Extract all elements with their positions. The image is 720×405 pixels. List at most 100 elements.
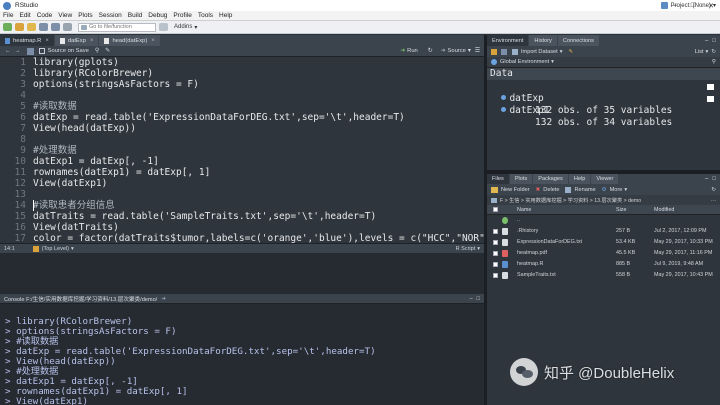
menu-code[interactable]: Code <box>34 12 56 19</box>
file-row[interactable]: .Rhistory 257 B Jul 2, 2017, 12:09 PM <box>487 226 720 237</box>
close-icon[interactable]: × <box>45 38 49 44</box>
chevron-down-icon[interactable]: ▾ <box>624 187 627 193</box>
search-icon[interactable]: ⚲ <box>95 48 99 54</box>
file-name[interactable]: ExpressionDataForDEG.txt <box>517 237 582 248</box>
project-menu[interactable]: Project: (None) ▾ <box>660 2 716 9</box>
file-row[interactable]: SampleTraits.txt 558 B May 29, 2017, 10:… <box>487 270 720 281</box>
list-view-button[interactable]: List <box>695 49 704 55</box>
delete-button[interactable]: Delete <box>543 187 559 193</box>
maximize-pane-icon[interactable]: □ <box>712 38 716 44</box>
tab-plots[interactable]: Plots <box>509 174 533 184</box>
tab-connections[interactable]: Connections <box>557 35 599 46</box>
open-file-icon[interactable] <box>27 23 36 31</box>
tab-viewer[interactable]: Viewer <box>591 174 619 184</box>
chevron-down-icon[interactable]: ▾ <box>71 246 74 252</box>
tab-head-datexp[interactable]: head(datExp) × <box>99 35 160 46</box>
select-all-checkbox[interactable] <box>493 207 498 212</box>
file-row[interactable]: ExpressionDataForDEG.txt 53.4 KB May 29,… <box>487 237 720 248</box>
back-icon[interactable]: ← <box>5 48 11 54</box>
tab-history[interactable]: History <box>529 35 557 46</box>
file-name[interactable]: heatmap.pdf <box>517 248 547 259</box>
load-workspace-icon[interactable] <box>491 48 497 55</box>
save-workspace-icon[interactable] <box>501 48 507 55</box>
addins-button[interactable]: Addins <box>174 24 192 30</box>
goto-file-input[interactable]: Go to file/function <box>78 22 156 32</box>
refresh-icon[interactable]: ↻ <box>711 187 716 193</box>
scope-label[interactable]: (Top Level) <box>42 246 69 252</box>
menu-debug[interactable]: Debug <box>145 12 170 19</box>
tab-heatmap-r[interactable]: heatmap.R × <box>0 35 54 46</box>
table-view-icon[interactable] <box>707 84 714 90</box>
new-project-icon[interactable] <box>15 23 24 31</box>
run-button[interactable]: Run <box>407 48 418 54</box>
file-row[interactable]: heatmap.pdf 45.5 KB May 29, 2017, 11:16 … <box>487 248 720 259</box>
minimize-pane-icon[interactable]: – <box>705 38 708 44</box>
more-button[interactable]: More <box>610 187 623 193</box>
tab-help[interactable]: Help <box>568 174 591 184</box>
console-output[interactable]: > library(RColorBrewer) > options(string… <box>0 304 484 405</box>
search-icon[interactable]: ⚲ <box>712 59 716 65</box>
workspace-panes-icon[interactable] <box>159 23 168 31</box>
file-type[interactable]: R Script <box>456 246 476 252</box>
outline-icon[interactable]: ☰ <box>475 48 480 54</box>
menu-profile[interactable]: Profile <box>170 12 194 19</box>
menu-file[interactable]: File <box>0 12 16 19</box>
import-dataset-button[interactable]: Import Dataset <box>521 49 558 55</box>
env-row-datexp1[interactable]: datExp1 132 obs. of 34 variables <box>490 93 718 128</box>
minimize-pane-icon[interactable]: – <box>705 176 708 182</box>
menu-session[interactable]: Session <box>96 12 125 19</box>
menu-tools[interactable]: Tools <box>195 12 216 19</box>
broom-icon[interactable]: ✎ <box>569 49 574 55</box>
maximize-pane-icon[interactable]: □ <box>712 176 716 182</box>
chevron-down-icon[interactable]: ▾ <box>551 59 554 65</box>
file-checkbox[interactable] <box>493 251 498 256</box>
menu-view[interactable]: View <box>55 12 75 19</box>
forward-icon[interactable]: → <box>15 48 21 54</box>
env-row-datexp[interactable]: datExp 132 obs. of 35 variables <box>490 81 718 116</box>
close-icon[interactable]: × <box>151 38 155 44</box>
go-to-directory-icon[interactable]: ➜ <box>161 296 166 302</box>
save-all-icon[interactable] <box>51 23 60 31</box>
chevron-down-icon[interactable]: ▾ <box>560 49 563 55</box>
rename-button[interactable]: Rename <box>574 187 595 193</box>
source-on-save-checkbox[interactable] <box>38 48 45 54</box>
file-row[interactable]: heatmap.R 885 B Jul 9, 2019, 9:48 AM <box>487 259 720 270</box>
menu-plots[interactable]: Plots <box>75 12 95 19</box>
chevron-down-icon[interactable]: ▾ <box>477 246 480 252</box>
col-name[interactable]: Name <box>517 207 531 213</box>
tab-environment[interactable]: Environment <box>487 35 529 46</box>
new-file-icon[interactable] <box>3 23 12 31</box>
menu-build[interactable]: Build <box>125 12 145 19</box>
col-modified[interactable]: Modified <box>654 207 674 213</box>
print-icon[interactable] <box>63 23 72 31</box>
file-name[interactable]: .. <box>517 215 520 226</box>
rerun-icon[interactable]: ↻ <box>428 48 433 54</box>
tab-files[interactable]: Files <box>487 174 509 184</box>
maximize-pane-icon[interactable]: □ <box>477 296 480 302</box>
refresh-icon[interactable]: ↻ <box>711 49 716 55</box>
chevron-down-icon[interactable]: ▾ <box>468 48 471 54</box>
scope-select[interactable]: Global Environment <box>500 59 549 65</box>
chevron-down-icon[interactable]: ▾ <box>706 49 709 55</box>
file-row-parent[interactable]: .. <box>487 215 720 226</box>
file-checkbox[interactable] <box>493 229 498 234</box>
file-name[interactable]: SampleTraits.txt <box>517 270 556 281</box>
tab-datexp[interactable]: datExp × <box>54 35 99 46</box>
file-checkbox[interactable] <box>493 262 498 267</box>
code-editor[interactable]: 1 library(gplots) 2 library(RColorBrewer) … <box>0 57 484 243</box>
close-icon[interactable]: × <box>90 38 94 44</box>
file-checkbox[interactable] <box>493 240 498 245</box>
expand-icon[interactable] <box>501 107 507 112</box>
save-icon[interactable] <box>39 23 48 31</box>
new-folder-button[interactable]: New Folder <box>501 187 530 193</box>
file-name[interactable]: .Rhistory <box>517 226 538 237</box>
menu-help[interactable]: Help <box>216 12 235 19</box>
more-path-icon[interactable]: … <box>711 197 716 203</box>
file-name[interactable]: heatmap.R <box>517 259 543 270</box>
save-icon[interactable] <box>26 47 34 55</box>
menu-edit[interactable]: Edit <box>16 12 33 19</box>
minimize-pane-icon[interactable]: – <box>469 296 472 302</box>
chevron-down-icon[interactable]: ▾ <box>194 24 197 31</box>
breadcrumb-path[interactable]: F > 生信 > 实用数据库挖掘 > 学习资料 > 13.层次聚类 > demo <box>500 197 641 204</box>
source-button[interactable]: Source <box>448 48 466 54</box>
